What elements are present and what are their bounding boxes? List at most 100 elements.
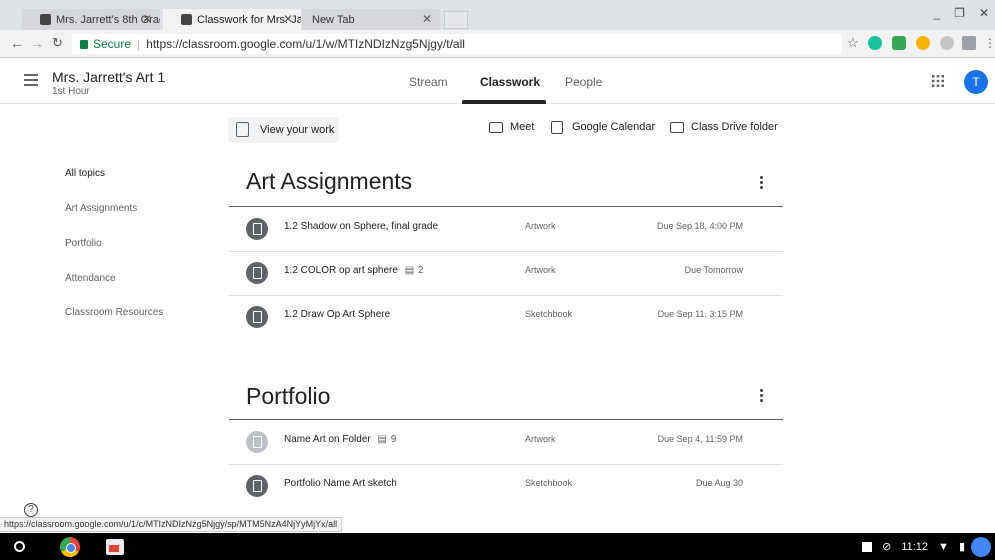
class-drive-folder-link[interactable]: Class Drive folder bbox=[670, 121, 778, 133]
assignment-topic: Sketchbook bbox=[525, 478, 573, 488]
do-not-disturb-icon: ⊘ bbox=[882, 541, 892, 553]
list-item[interactable]: Portfolio Name Art sketch Sketchbook Due… bbox=[229, 464, 783, 508]
close-icon[interactable]: ✕ bbox=[142, 12, 152, 26]
assignment-title-wrap: Name Art on Folder ▤ 9 bbox=[284, 434, 396, 445]
browser-tab-classwork[interactable]: Classwork for Mrs. Jarre ✕ bbox=[163, 9, 301, 30]
address-bar[interactable]: Secure | https://classroom.google.com/u/… bbox=[72, 34, 842, 54]
google-calendar-link[interactable]: Google Calendar bbox=[551, 121, 656, 134]
assignment-icon bbox=[246, 262, 268, 284]
clock: 11:12 bbox=[901, 540, 929, 553]
topic-portfolio[interactable]: Portfolio bbox=[65, 238, 102, 249]
list-item[interactable]: Name Art on Folder ▤ 9 Artwork Due Sep 4… bbox=[229, 420, 783, 464]
lock-icon bbox=[80, 39, 88, 49]
class-title[interactable]: Mrs. Jarrett's Art 1 bbox=[52, 69, 165, 85]
comment-count: 2 bbox=[417, 265, 424, 276]
hamburger-menu-icon[interactable] bbox=[24, 74, 38, 86]
assignment-title-wrap: 1.2 COLOR op art sphere ▤ 2 bbox=[284, 265, 424, 276]
assignment-icon bbox=[246, 306, 268, 328]
star-icon[interactable]: ☆ bbox=[847, 35, 859, 51]
folder-icon bbox=[670, 122, 684, 133]
assignment-title: 1.2 Draw Op Art Sphere bbox=[284, 309, 391, 320]
classroom-header: Mrs. Jarrett's Art 1 1st Hour Stream Cla… bbox=[0, 58, 995, 104]
status-bar-url: https://classroom.google.com/u/1/c/MTIzN… bbox=[0, 517, 343, 532]
avatar[interactable]: T bbox=[964, 70, 988, 94]
close-icon[interactable]: ✕ bbox=[283, 12, 293, 26]
comment-count: 9 bbox=[390, 434, 397, 445]
help-icon[interactable]: ? bbox=[24, 503, 38, 517]
screenshot-icon bbox=[862, 541, 873, 552]
meet-link[interactable]: Meet bbox=[489, 121, 535, 133]
assignment-icon bbox=[246, 475, 268, 497]
topic-art-assignments[interactable]: Art Assignments bbox=[65, 203, 137, 214]
grammarly-extension-icon[interactable] bbox=[868, 36, 882, 50]
calendar-label: Google Calendar bbox=[572, 121, 656, 133]
calendar-icon bbox=[551, 121, 563, 134]
class-section: 1st Hour bbox=[52, 86, 90, 97]
person-card-icon bbox=[236, 122, 249, 137]
assignment-title: 1.2 Shadow on Sphere, final grade bbox=[284, 221, 438, 232]
forward-arrow-icon[interactable]: → bbox=[30, 35, 44, 51]
more-vert-icon[interactable] bbox=[760, 389, 764, 404]
view-work-label: View your work bbox=[260, 124, 335, 136]
assignment-due: Due Aug 30 bbox=[695, 478, 743, 488]
comment-icon: ▤ bbox=[377, 434, 387, 445]
minimize-icon[interactable]: _ bbox=[933, 6, 940, 20]
list-item[interactable]: 1.2 COLOR op art sphere ▤ 2 Artwork Due … bbox=[229, 251, 783, 295]
browser-tab-strip: Mrs. Jarrett's 8th Grade ✕ Classwork for… bbox=[0, 0, 995, 30]
reload-icon[interactable]: ↻ bbox=[52, 35, 63, 51]
assignment-title: Portfolio Name Art sketch bbox=[284, 478, 397, 489]
close-icon[interactable]: ✕ bbox=[422, 12, 432, 26]
new-tab-button[interactable] bbox=[444, 11, 468, 29]
assignment-topic: Artwork bbox=[525, 221, 556, 231]
list-item[interactable]: 1.2 Shadow on Sphere, final grade Artwor… bbox=[229, 207, 783, 251]
active-tab-indicator bbox=[462, 100, 546, 104]
chrome-icon[interactable] bbox=[60, 537, 80, 557]
more-vert-icon[interactable]: ⋮ bbox=[984, 36, 995, 50]
browser-tab-8th-grade[interactable]: Mrs. Jarrett's 8th Grade ✕ bbox=[22, 9, 160, 30]
assignment-due: Due Sep 4, 11:59 PM bbox=[657, 434, 743, 444]
drive-label: Class Drive folder bbox=[691, 121, 778, 133]
tab-label: New Tab bbox=[312, 13, 355, 26]
comment-icon: ▤ bbox=[404, 265, 415, 276]
browser-tab-new-tab[interactable]: New Tab ✕ bbox=[302, 9, 440, 30]
assignment-topic: Artwork bbox=[525, 434, 556, 444]
meet-label: Meet bbox=[510, 121, 535, 133]
emoji-extension-icon[interactable] bbox=[916, 36, 930, 50]
classroom-favicon-icon bbox=[40, 14, 51, 25]
tab-stream[interactable]: Stream bbox=[409, 75, 448, 89]
tab-classwork[interactable]: Classwork bbox=[480, 75, 540, 89]
topic-attendance[interactable]: Attendance bbox=[65, 273, 116, 284]
assignment-due: Due Tomorrow bbox=[684, 265, 743, 275]
secure-label: Secure bbox=[93, 37, 132, 51]
status-tray[interactable]: ⊘ 11:12 ▼ ▮ bbox=[862, 540, 965, 553]
section-title-art-assignments: Art Assignments bbox=[246, 168, 413, 194]
window-controls: _ ❐ ✕ bbox=[933, 6, 989, 20]
section-title-portfolio: Portfolio bbox=[246, 383, 331, 409]
cast-extension-icon[interactable] bbox=[962, 36, 976, 50]
assignment-icon bbox=[246, 218, 268, 240]
extension-icon[interactable] bbox=[892, 36, 906, 50]
list-item[interactable]: 1.2 Draw Op Art Sphere Sketchbook Due Se… bbox=[229, 295, 783, 339]
launcher-icon[interactable] bbox=[14, 541, 25, 552]
material-icon bbox=[246, 431, 268, 453]
assignment-title: 1.2 COLOR op art sphere bbox=[284, 265, 398, 276]
video-camera-icon bbox=[489, 122, 503, 133]
battery-icon: ▮ bbox=[958, 541, 965, 553]
view-your-work-button[interactable]: View your work bbox=[228, 117, 339, 143]
topic-classroom-resources[interactable]: Classroom Resources bbox=[65, 307, 163, 318]
url-text: https://classroom.google.com/u/1/w/MTIzN… bbox=[146, 37, 465, 51]
back-arrow-icon[interactable]: ← bbox=[10, 35, 24, 51]
tab-people[interactable]: People bbox=[565, 75, 602, 89]
separator: | bbox=[137, 37, 141, 51]
apps-grid-icon[interactable] bbox=[932, 75, 944, 87]
assignment-title: Name Art on Folder bbox=[284, 434, 371, 445]
shield-extension-icon[interactable] bbox=[940, 36, 954, 50]
assignment-due: Due Sep 18, 4:00 PM bbox=[656, 221, 743, 231]
topic-all-topics[interactable]: All topics bbox=[65, 168, 105, 179]
more-vert-icon[interactable] bbox=[760, 176, 764, 191]
files-app-icon[interactable] bbox=[106, 539, 124, 555]
restore-icon[interactable]: ❐ bbox=[954, 6, 965, 20]
assignment-topic: Artwork bbox=[525, 265, 556, 275]
close-window-icon[interactable]: ✕ bbox=[979, 6, 989, 20]
user-avatar[interactable] bbox=[971, 537, 991, 557]
